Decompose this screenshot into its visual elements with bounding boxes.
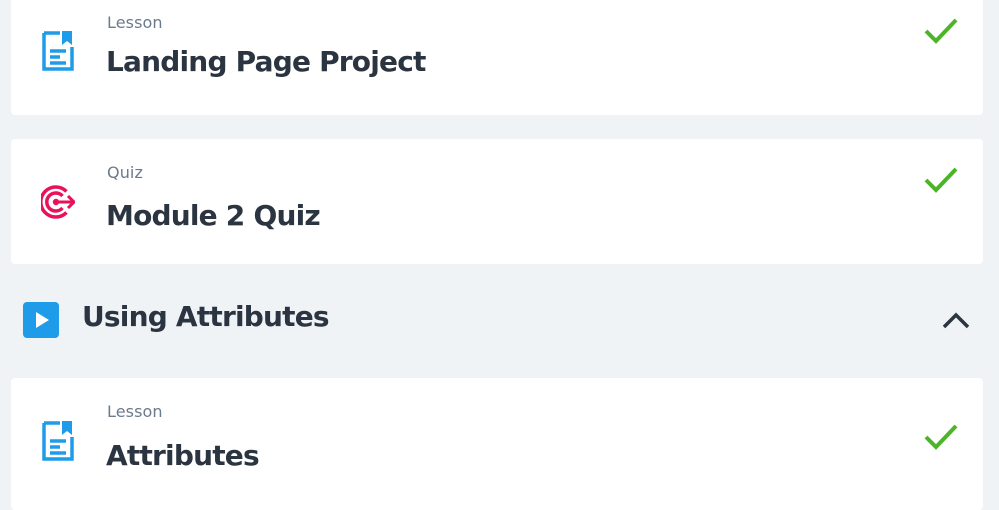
item-type-label: Lesson (107, 402, 163, 421)
lesson-item-attributes[interactable]: Lesson Attributes (11, 378, 983, 510)
quiz-target-icon (41, 185, 75, 219)
item-type-label: Lesson (107, 13, 163, 32)
section-header-using-attributes[interactable]: Using Attributes (0, 290, 999, 352)
lesson-document-icon (42, 421, 74, 461)
quiz-item-module-2-quiz[interactable]: Quiz Module 2 Quiz (11, 139, 983, 264)
lesson-item-landing-page-project[interactable]: Lesson Landing Page Project (11, 0, 983, 115)
section-title: Using Attributes (82, 300, 330, 333)
item-title[interactable]: Module 2 Quiz (106, 199, 321, 232)
item-title[interactable]: Landing Page Project (106, 45, 426, 78)
completed-check-icon (924, 424, 958, 450)
lesson-document-icon (42, 31, 74, 71)
completed-check-icon (924, 167, 958, 193)
chevron-up-icon[interactable] (940, 310, 972, 332)
completed-check-icon (924, 18, 958, 44)
item-title[interactable]: Attributes (106, 439, 260, 472)
item-type-label: Quiz (107, 163, 143, 182)
play-icon (23, 302, 59, 338)
